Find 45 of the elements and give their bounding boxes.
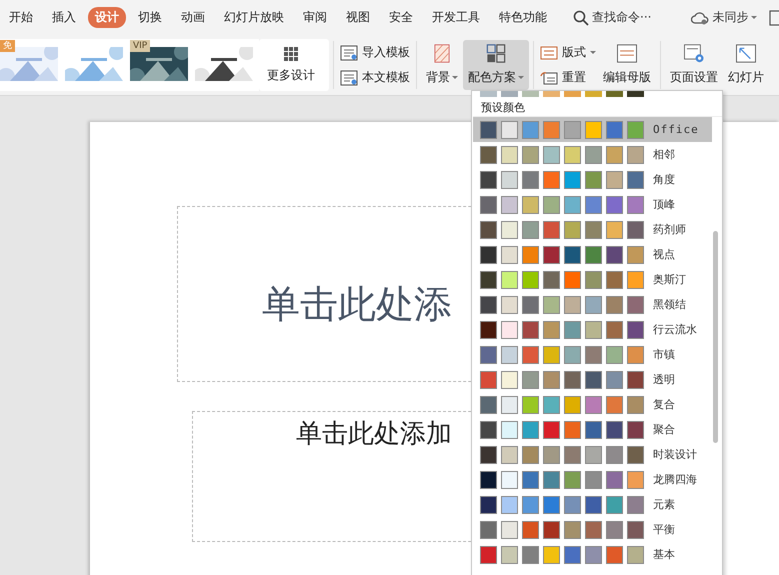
- search-icon: [573, 10, 589, 26]
- reset-icon: [540, 70, 558, 84]
- page-setup-button[interactable]: 页面设置: [665, 40, 723, 90]
- caret-icon: [518, 76, 524, 79]
- sync-button[interactable]: 未同步: [691, 9, 758, 26]
- page-icon: [432, 44, 452, 63]
- menu-tab[interactable]: 幻灯片放映: [217, 7, 291, 28]
- scrollbar-thumb[interactable]: [713, 231, 718, 443]
- color-scheme-item[interactable]: Office: [473, 117, 712, 142]
- menu-tab[interactable]: 动画: [174, 7, 212, 28]
- caret-icon: [751, 16, 758, 19]
- slide-master-icon: [615, 44, 639, 63]
- more-designs-button[interactable]: 更多设计: [259, 39, 329, 91]
- background-button[interactable]: 背景: [421, 40, 463, 90]
- template-button[interactable]: 导入模板: [338, 44, 412, 61]
- menu-tab[interactable]: 开始: [2, 7, 40, 28]
- edit-master-button[interactable]: 编辑母版: [598, 40, 656, 90]
- search-field[interactable]: 查找命令···: [573, 9, 652, 26]
- color-scheme-item[interactable]: 角度: [473, 167, 712, 192]
- slide-size-button[interactable]: 幻灯片: [723, 40, 764, 90]
- layout-button[interactable]: 版式: [538, 44, 598, 61]
- template-button[interactable]: 本文模板: [338, 69, 412, 86]
- color-scheme-button[interactable]: 配色方案: [463, 40, 529, 90]
- menu-tab[interactable]: 开发工具: [425, 7, 487, 28]
- resize-icon: [734, 44, 758, 63]
- menu-tab[interactable]: 视图: [339, 7, 377, 28]
- color-scheme-item[interactable]: 相邻: [473, 142, 712, 167]
- badge: 免: [0, 40, 15, 52]
- color-scheme-item[interactable]: 基本: [473, 542, 712, 567]
- reset-button[interactable]: 重置: [538, 69, 598, 86]
- cloud-icon: [691, 10, 710, 24]
- menu-tab[interactable]: 插入: [45, 7, 83, 28]
- layout-icon: [540, 46, 558, 60]
- badge: VIP: [130, 40, 150, 52]
- document-icon: [340, 70, 358, 86]
- menu-tab[interactable]: 切换: [131, 7, 169, 28]
- caret-icon: [452, 76, 458, 79]
- window-icon: [769, 10, 779, 26]
- menu-tab[interactable]: 安全: [382, 7, 420, 28]
- caret-icon: [590, 51, 596, 54]
- grid-icon: [284, 46, 298, 60]
- menu-tab[interactable]: 审阅: [296, 7, 334, 28]
- document-icon: [340, 44, 358, 60]
- squares-icon: [485, 44, 507, 63]
- menu-tab[interactable]: 特色功能: [492, 7, 554, 28]
